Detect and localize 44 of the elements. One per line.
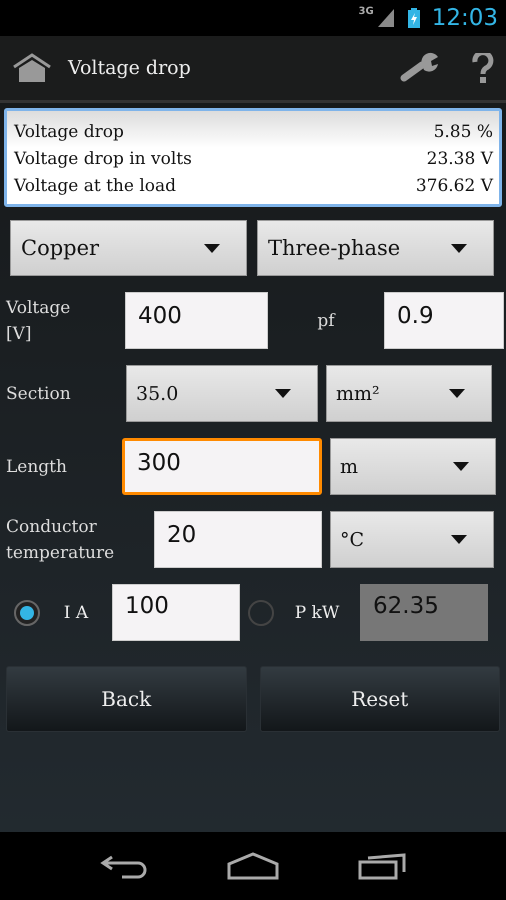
input-field[interactable]: 20 [154, 511, 322, 568]
dropdown[interactable]: Three-phase [257, 220, 494, 276]
result-value: 23.38 V [426, 148, 493, 171]
clock: 12:03 [432, 5, 498, 31]
caret-icon [275, 389, 291, 398]
caret-icon [451, 244, 467, 252]
caret-icon [449, 389, 465, 398]
result-label: Voltage drop [14, 121, 124, 144]
home-icon[interactable] [226, 852, 279, 880]
radio-button[interactable] [14, 600, 40, 626]
wrench-icon[interactable] [400, 52, 440, 84]
input-field[interactable]: 0.9 [384, 292, 504, 349]
back-icon[interactable] [100, 853, 148, 879]
dropdown[interactable]: Copper [10, 220, 247, 276]
network-type: 3G [358, 6, 374, 17]
input-field[interactable]: 100 [112, 584, 240, 641]
recent-apps-icon[interactable] [358, 852, 406, 880]
screen-title: Voltage drop [68, 57, 192, 79]
field-label: pf [316, 310, 336, 330]
home-icon[interactable] [12, 53, 52, 83]
result-value: 376.62 V [416, 175, 493, 198]
action-button[interactable]: Reset [260, 666, 500, 732]
field-label: Voltage [V] [6, 296, 72, 346]
result-label: Voltage drop in volts [14, 148, 192, 171]
caret-icon [204, 244, 220, 252]
dropdown[interactable]: °C [330, 511, 494, 568]
dropdown[interactable]: m [330, 438, 496, 495]
dropdown[interactable]: 35.0 [126, 365, 318, 422]
input-field[interactable]: 400 [125, 292, 268, 349]
signal-icon [378, 9, 394, 27]
field-label: Length [6, 456, 68, 478]
caret-icon [451, 535, 467, 544]
action-button[interactable]: Back [6, 666, 246, 732]
help-icon[interactable] [472, 53, 494, 83]
input-field[interactable]: 300 [122, 438, 322, 495]
caret-icon [453, 462, 469, 471]
dropdown[interactable]: mm² [326, 365, 492, 422]
field-label: Conductor temperature [6, 516, 116, 564]
radio-label: I A [62, 602, 90, 622]
radio-label: P kW [294, 602, 340, 622]
field-label: Section [6, 382, 72, 406]
result-label: Voltage at the load [14, 175, 176, 198]
result-value: 5.85 % [434, 121, 493, 144]
battery-icon [408, 8, 420, 28]
